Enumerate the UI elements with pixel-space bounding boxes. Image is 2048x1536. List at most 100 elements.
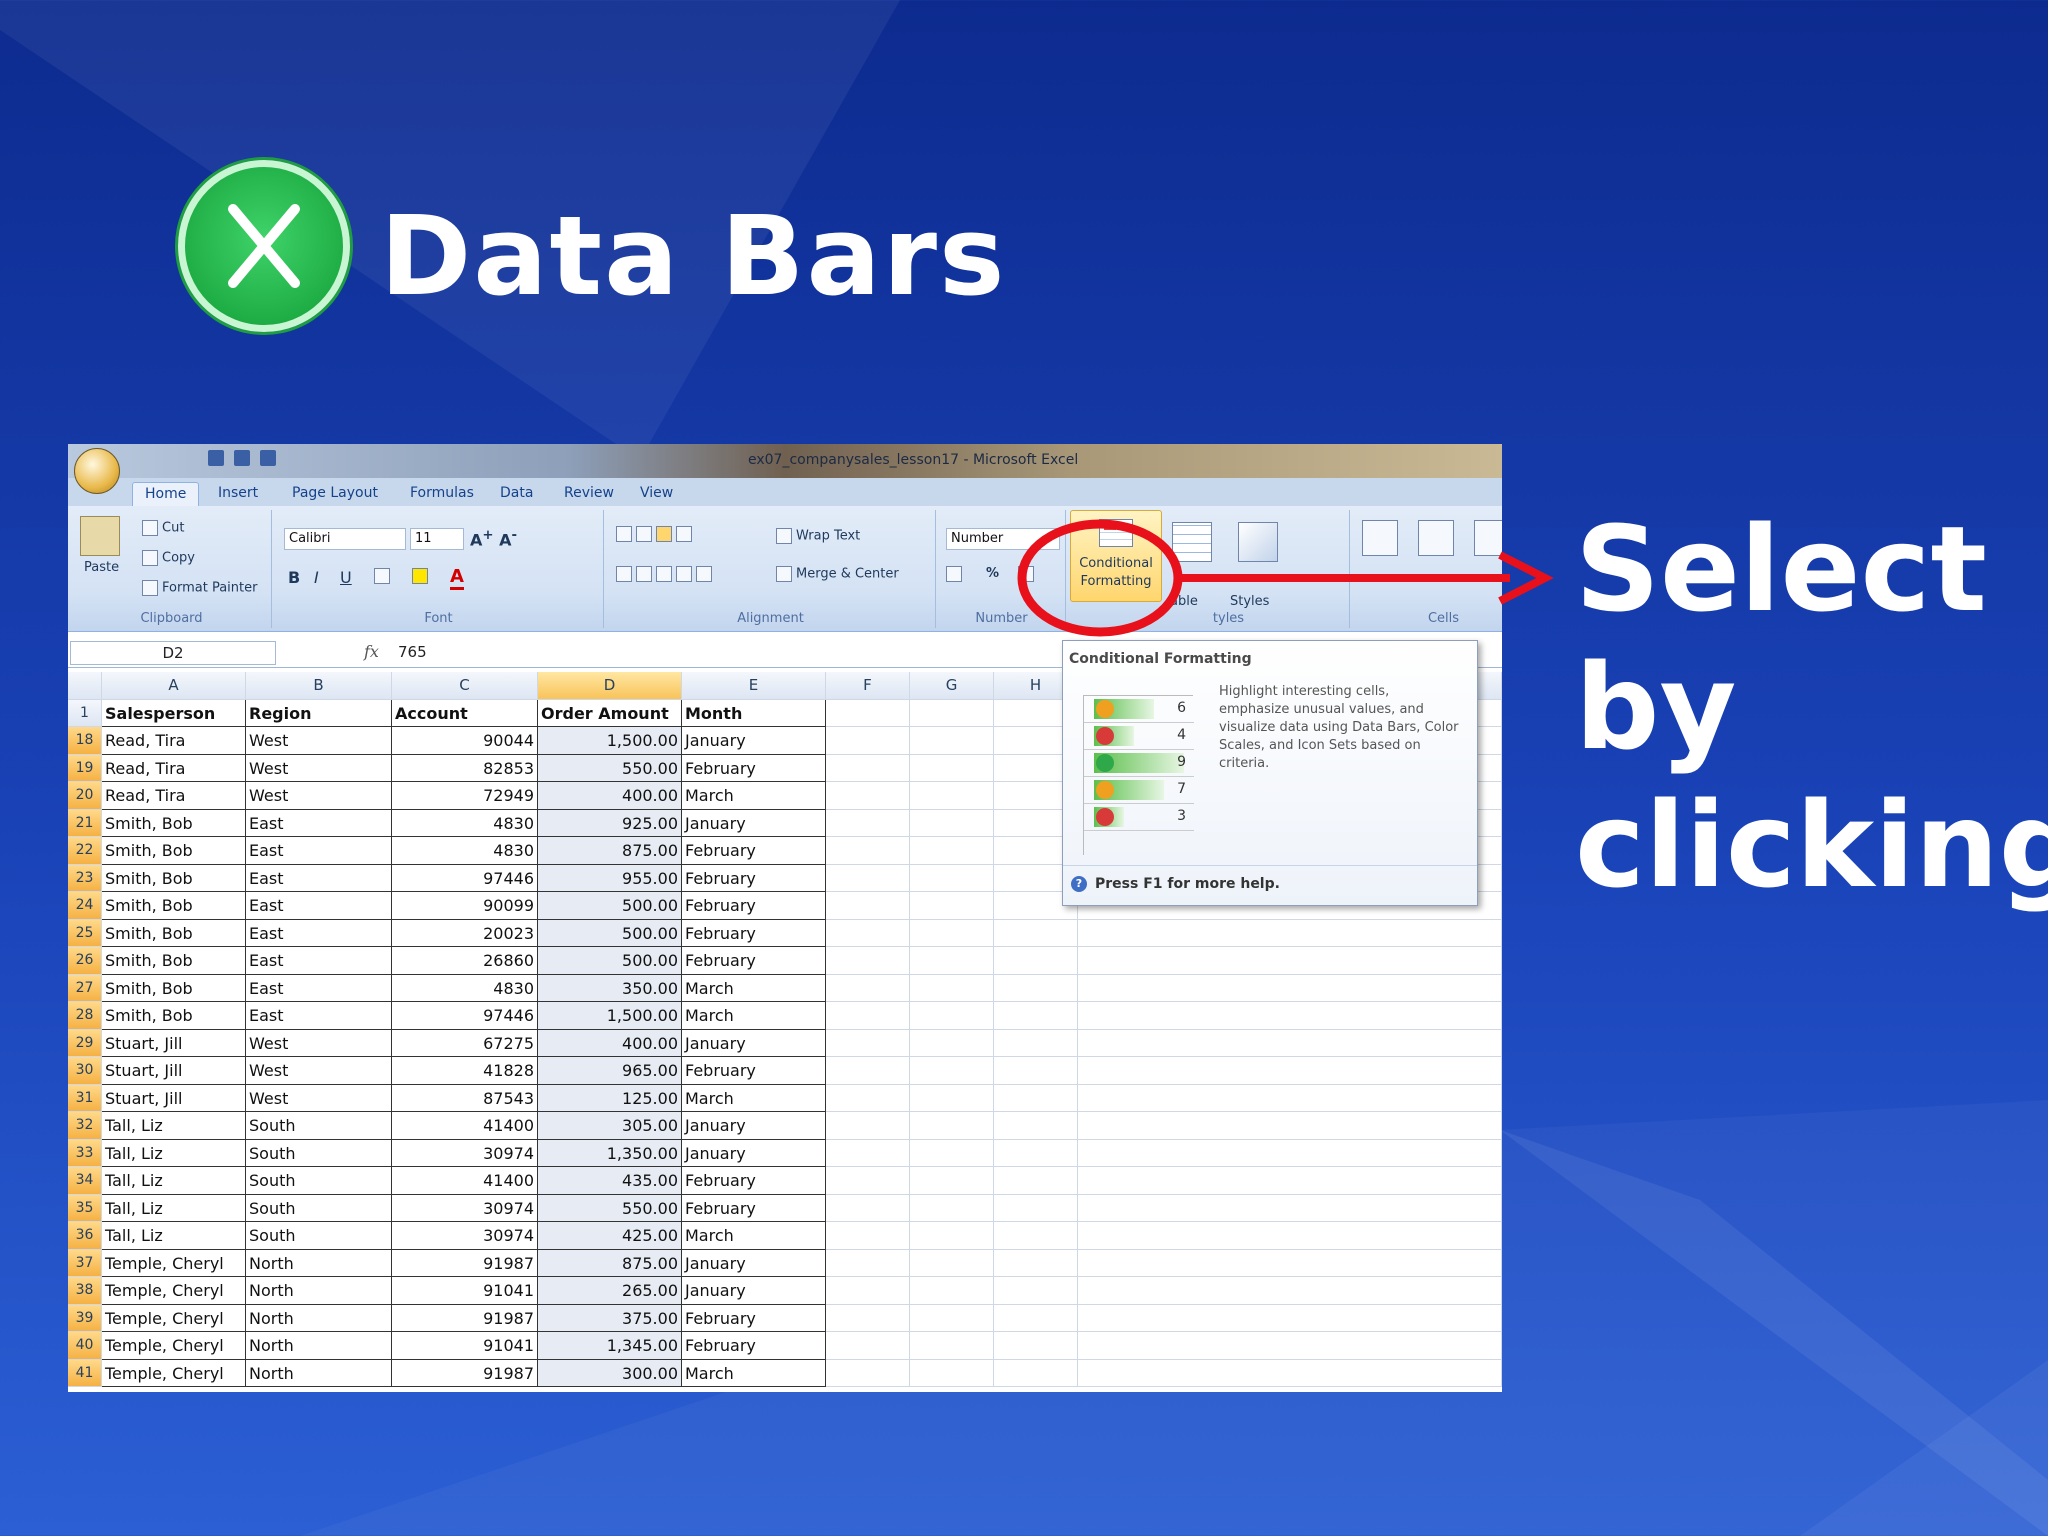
row-number[interactable]: 24 [68,892,102,920]
row-number[interactable]: 29 [68,1029,102,1057]
wrap-text-button[interactable]: Wrap Text [776,528,860,544]
table-cell[interactable] [994,1139,1078,1167]
table-cell[interactable]: Smith, Bob [102,809,246,837]
table-cell[interactable]: 72949 [392,782,538,810]
table-cell[interactable]: 305.00 [538,1112,682,1140]
table-cell[interactable] [1078,1249,1502,1277]
table-cell[interactable] [826,1359,910,1387]
table-cell[interactable] [826,1194,910,1222]
table-cell[interactable]: 91987 [392,1359,538,1387]
table-cell[interactable]: North [246,1277,392,1305]
table-cell[interactable]: 90099 [392,892,538,920]
conditional-formatting-button[interactable]: Conditional Formatting [1070,510,1162,602]
table-cell[interactable]: West [246,1057,392,1085]
table-cell[interactable]: Smith, Bob [102,837,246,865]
column-header[interactable]: B [246,672,392,700]
table-header-cell[interactable]: Month [682,699,826,727]
column-header[interactable]: F [826,672,910,700]
table-cell[interactable] [826,754,910,782]
table-cell[interactable]: 20023 [392,919,538,947]
table-cell[interactable]: 4830 [392,809,538,837]
table-cell[interactable] [910,1359,994,1387]
formula-input[interactable]: 765 [398,643,427,661]
tab-data[interactable]: Data [488,482,545,506]
table-cell[interactable]: Smith, Bob [102,919,246,947]
table-cell[interactable]: February [682,1167,826,1195]
column-header[interactable]: C [392,672,538,700]
table-cell[interactable]: 375.00 [538,1304,682,1332]
row-number[interactable]: 20 [68,782,102,810]
table-cell[interactable] [994,1249,1078,1277]
table-cell[interactable]: February [682,947,826,975]
table-cell[interactable] [1078,1222,1502,1250]
table-cell[interactable]: 41400 [392,1112,538,1140]
table-cell[interactable]: 550.00 [538,754,682,782]
table-cell[interactable]: East [246,892,392,920]
table-cell[interactable]: East [246,809,392,837]
table-cell[interactable]: Read, Tira [102,754,246,782]
table-cell[interactable]: Tall, Liz [102,1167,246,1195]
office-button[interactable] [74,448,120,494]
row-number[interactable]: 33 [68,1139,102,1167]
italic-button[interactable]: I [314,568,319,587]
function-icon[interactable]: fx [364,642,379,661]
table-cell[interactable]: January [682,809,826,837]
table-cell[interactable] [994,1002,1078,1030]
table-cell[interactable] [910,1194,994,1222]
table-cell[interactable] [994,1194,1078,1222]
table-cell[interactable]: March [682,1002,826,1030]
table-cell[interactable]: 30974 [392,1139,538,1167]
table-cell[interactable] [826,1057,910,1085]
table-cell[interactable]: February [682,919,826,947]
table-cell[interactable]: January [682,1139,826,1167]
font-name-select[interactable]: Calibri [284,528,406,550]
table-cell[interactable] [826,1139,910,1167]
table-cell[interactable]: 265.00 [538,1277,682,1305]
table-cell[interactable] [910,1139,994,1167]
table-cell[interactable]: West [246,754,392,782]
format-as-table-button[interactable]: able [1170,594,1198,609]
table-cell[interactable]: Tall, Liz [102,1222,246,1250]
table-cell[interactable]: 91987 [392,1304,538,1332]
table-header-cell[interactable]: Salesperson [102,699,246,727]
tab-formulas[interactable]: Formulas [398,482,486,506]
table-cell[interactable] [910,782,994,810]
table-cell[interactable]: 97446 [392,864,538,892]
tab-review[interactable]: Review [552,482,626,506]
copy-button[interactable]: Copy [142,550,195,566]
table-cell[interactable] [994,1167,1078,1195]
table-cell[interactable]: 400.00 [538,1029,682,1057]
table-cell[interactable] [1078,1084,1502,1112]
table-cell[interactable]: West [246,1029,392,1057]
table-cell[interactable] [994,1304,1078,1332]
table-cell[interactable]: North [246,1359,392,1387]
table-cell[interactable]: February [682,837,826,865]
table-cell[interactable]: 97446 [392,1002,538,1030]
table-cell[interactable]: 87543 [392,1084,538,1112]
table-cell[interactable] [826,1277,910,1305]
row-number[interactable]: 23 [68,864,102,892]
table-cell[interactable]: 350.00 [538,974,682,1002]
row-number[interactable]: 26 [68,947,102,975]
table-cell[interactable] [910,1167,994,1195]
row-number[interactable]: 34 [68,1167,102,1195]
top-align-icon[interactable] [616,526,696,542]
borders-button[interactable] [374,568,394,584]
row-number[interactable]: 37 [68,1249,102,1277]
table-cell[interactable]: Read, Tira [102,727,246,755]
table-cell[interactable]: Tall, Liz [102,1194,246,1222]
font-color-button[interactable]: A [450,566,464,590]
row-number[interactable]: 39 [68,1304,102,1332]
paste-icon[interactable] [80,516,120,556]
undo-icon[interactable] [234,450,250,466]
table-cell[interactable] [910,974,994,1002]
table-cell[interactable] [1078,1029,1502,1057]
table-cell[interactable]: Smith, Bob [102,974,246,1002]
table-cell[interactable] [910,1029,994,1057]
row-number[interactable]: 41 [68,1359,102,1387]
table-cell[interactable] [826,864,910,892]
table-header-cell[interactable]: Account [392,699,538,727]
table-cell[interactable] [1078,1304,1502,1332]
table-cell[interactable]: 300.00 [538,1359,682,1387]
table-cell[interactable]: 41400 [392,1167,538,1195]
